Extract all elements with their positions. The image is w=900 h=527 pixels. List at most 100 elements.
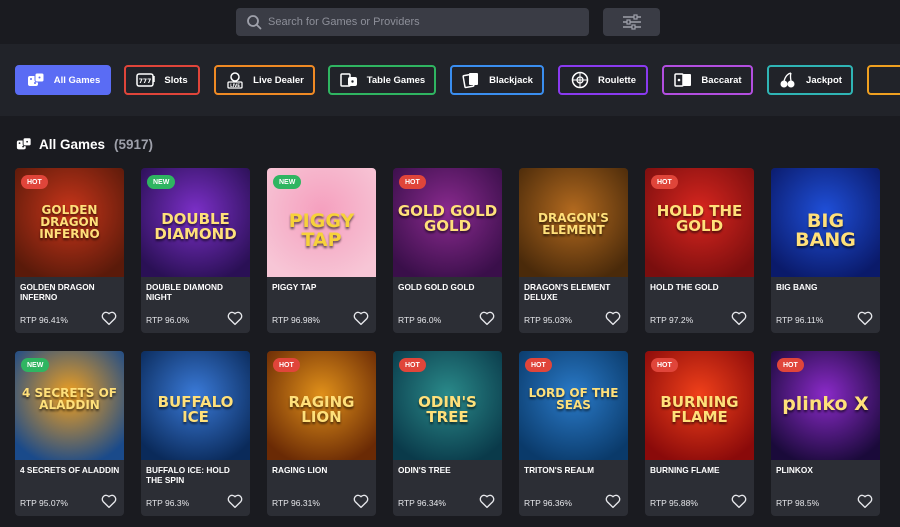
game-thumbnail[interactable]: RAGING LION HOT [267,351,376,460]
game-thumbnail[interactable]: GOLD GOLD GOLD HOT [393,168,502,277]
category-live-dealer[interactable]: LIVE Live Dealer [214,65,315,95]
game-rtp: RTP 96.31% [272,498,320,508]
game-card[interactable]: GOLDEN DRAGON INFERNO HOT GOLDEN DRAGON IN… [15,168,124,333]
game-logo-text: GOLD GOLD GOLD [397,202,498,235]
svg-text:LIVE: LIVE [230,83,240,88]
category-jackpot[interactable]: Jackpot [767,65,853,95]
favorite-heart-icon[interactable] [100,309,118,327]
game-card[interactable]: GOLD GOLD GOLD HOT GOLD GOLD GOLD RTP 96.0% [393,168,502,333]
category-all-games[interactable]: All Games [15,65,111,95]
category-next-partial[interactable] [867,65,900,95]
game-name: GOLD GOLD GOLD [398,282,475,292]
category-baccarat[interactable]: Baccarat [662,65,753,95]
favorite-heart-icon[interactable] [352,492,370,510]
game-rtp: RTP 96.36% [524,498,572,508]
category-label: Jackpot [806,74,842,86]
category-label: Live Dealer [253,74,304,86]
favorite-heart-icon[interactable] [478,492,496,510]
game-card[interactable]: BIG BANG BIG BANG RTP 96.11% [771,168,880,333]
game-rtp: RTP 98.5% [776,498,820,508]
game-name: PLINKOX [776,465,813,475]
baccarat-icon [674,73,692,87]
favorite-heart-icon[interactable] [856,492,874,510]
favorite-heart-icon[interactable] [730,492,748,510]
game-card[interactable]: PIGGY TAP NEW PIGGY TAP RTP 96.98% [267,168,376,333]
category-slots[interactable]: 777 Slots [124,65,200,95]
game-card[interactable]: DOUBLE DIAMOND NEW DOUBLE DIAMOND NIGHT RTP… [141,168,250,333]
game-thumbnail[interactable]: LORD OF THE SEAS HOT [519,351,628,460]
favorite-heart-icon[interactable] [352,309,370,327]
category-table-games[interactable]: Table Games [328,65,436,95]
hot-badge: HOT [525,358,552,372]
favorite-heart-icon[interactable] [478,309,496,327]
game-logo-text: HOLD THE GOLD [656,202,743,235]
game-rtp: RTP 96.98% [272,315,320,325]
search-input[interactable] [268,16,568,28]
favorite-heart-icon[interactable] [100,492,118,510]
game-card[interactable]: BUFFALO ICE BUFFALO ICE: HOLD THE SPIN RTP… [141,351,250,516]
new-badge: NEW [147,175,176,189]
game-thumbnail[interactable]: ODIN'S TREE HOT [393,351,502,460]
favorite-heart-icon[interactable] [856,309,874,327]
favorite-heart-icon[interactable] [604,492,622,510]
game-logo-text: BIG BANG [795,210,856,251]
category-label: Table Games [366,74,426,86]
hot-badge: HOT [651,358,678,372]
category-label: Roulette [598,74,636,86]
game-rtp: RTP 96.34% [398,498,446,508]
game-thumbnail[interactable]: BUFFALO ICE [141,351,250,460]
game-card[interactable]: 4 SECRETS OF ALADDIN NEW 4 SECRETS OF ALAD… [15,351,124,516]
new-badge: NEW [273,175,302,189]
category-roulette[interactable]: Roulette [558,65,648,95]
favorite-heart-icon[interactable] [730,309,748,327]
game-rtp: RTP 96.0% [146,315,190,325]
section-title: All Games [39,136,106,152]
live-dealer-icon: LIVE [227,72,243,89]
game-rtp: RTP 96.41% [20,315,68,325]
search-icon [247,15,262,30]
category-blackjack[interactable]: Blackjack [450,65,544,95]
game-thumbnail[interactable]: 4 SECRETS OF ALADDIN NEW [15,351,124,460]
game-rtp: RTP 95.88% [650,498,698,508]
game-logo-text: DRAGON'S ELEMENT [538,211,609,237]
category-label: Baccarat [701,74,742,86]
game-name: HOLD THE GOLD [650,282,719,292]
hot-badge: HOT [651,175,678,189]
favorite-heart-icon[interactable] [226,309,244,327]
category-label: Slots [164,74,188,86]
game-thumbnail[interactable]: BURNING FLAME HOT [645,351,754,460]
section-header: All Games (5917) [15,136,153,152]
game-card[interactable]: DRAGON'S ELEMENT DRAGON'S ELEMENT DELUXE R… [519,168,628,333]
search-bar[interactable] [236,8,589,36]
favorite-heart-icon[interactable] [226,492,244,510]
game-thumbnail[interactable]: HOLD THE GOLD HOT [645,168,754,277]
game-name: DOUBLE DIAMOND NIGHT [146,282,223,302]
roulette-icon [571,71,589,89]
section-count: (5917) [114,136,154,152]
top-bar [0,0,900,44]
category-label: Blackjack [489,74,533,86]
game-thumbnail[interactable]: plinko X HOT [771,351,880,460]
game-card[interactable]: RAGING LION HOT RAGING LION RTP 96.31% [267,351,376,516]
game-card[interactable]: plinko X HOT PLINKOX RTP 98.5% [771,351,880,516]
game-card[interactable]: LORD OF THE SEAS HOT TRITON'S REALM RTP 96.… [519,351,628,516]
category-label: All Games [53,74,101,86]
filter-button[interactable] [603,8,660,36]
game-card[interactable]: BURNING FLAME HOT BURNING FLAME RTP 95.88% [645,351,754,516]
game-thumbnail[interactable]: DRAGON'S ELEMENT [519,168,628,277]
hot-badge: HOT [399,358,426,372]
game-rtp: RTP 97.2% [650,315,694,325]
slot-machine-icon: 777 [136,73,156,87]
game-card[interactable]: ODIN'S TREE HOT ODIN'S TREE RTP 96.34% [393,351,502,516]
game-logo-text: ODIN'S TREE [418,393,477,426]
game-thumbnail[interactable]: DOUBLE DIAMOND NEW [141,168,250,277]
game-thumbnail[interactable]: PIGGY TAP NEW [267,168,376,277]
game-name: BURNING FLAME [650,465,720,475]
game-thumbnail[interactable]: GOLDEN DRAGON INFERNO HOT [15,168,124,277]
game-name: BIG BANG [776,282,818,292]
game-rtp: RTP 96.11% [776,315,824,325]
hot-badge: HOT [21,175,48,189]
game-card[interactable]: HOLD THE GOLD HOT HOLD THE GOLD RTP 97.2% [645,168,754,333]
favorite-heart-icon[interactable] [604,309,622,327]
game-thumbnail[interactable]: BIG BANG [771,168,880,277]
